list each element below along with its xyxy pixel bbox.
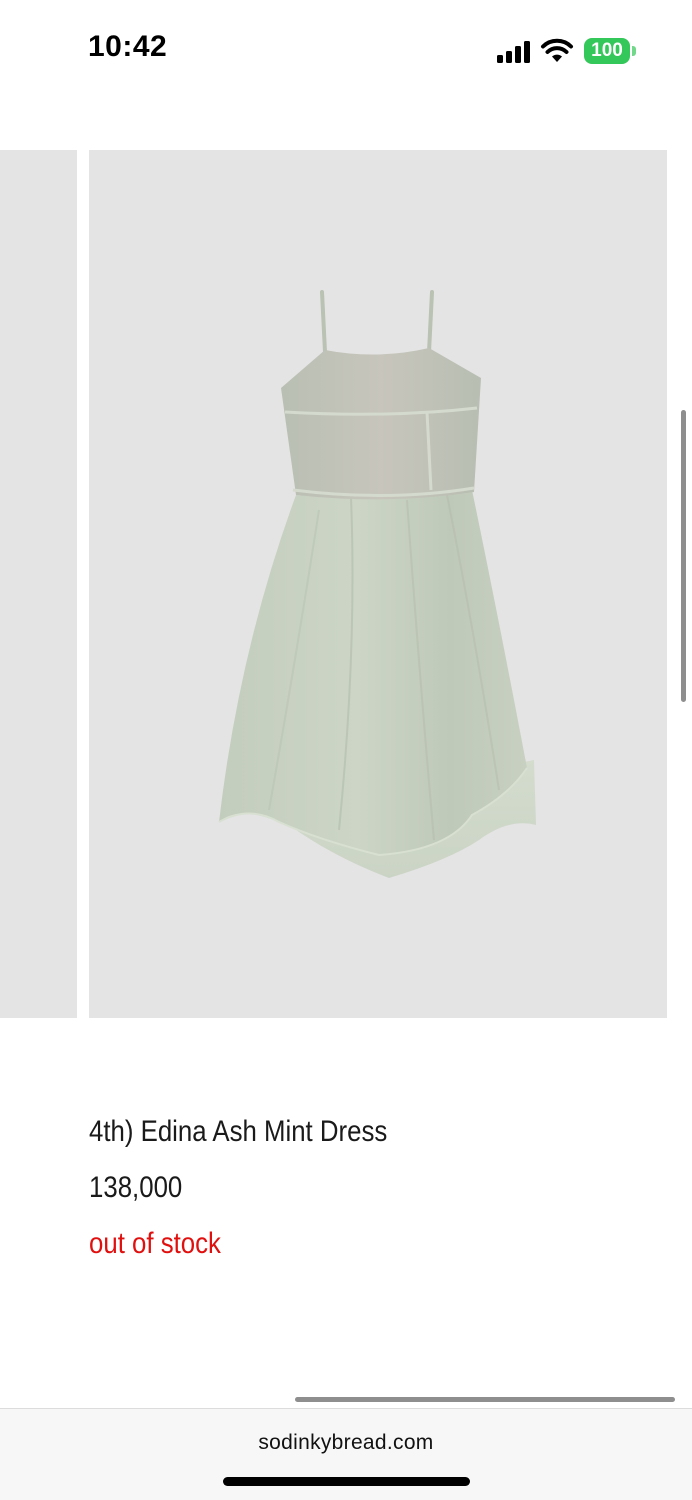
vertical-scrollbar[interactable]	[681, 410, 686, 702]
wifi-icon	[541, 38, 573, 62]
product-info: 4th) Edina Ash Mint Dress 138,000 out of…	[89, 1110, 649, 1266]
previous-slide-image[interactable]	[0, 150, 77, 1018]
product-image-carousel[interactable]	[0, 150, 692, 1018]
home-indicator[interactable]	[223, 1477, 470, 1486]
product-price: 138,000	[89, 1171, 183, 1204]
status-time: 10:42	[88, 30, 168, 63]
product-page: 10:42 100 4th) Edina Ash Mint Dress 138,…	[0, 0, 692, 1500]
url-text[interactable]: sodinkybread.com	[0, 1431, 692, 1455]
battery-cap	[632, 46, 636, 56]
stock-status: out of stock	[89, 1227, 221, 1260]
battery-level: 100	[584, 38, 630, 64]
dress-photo	[218, 290, 536, 878]
signal-icon	[497, 41, 530, 63]
horizontal-scrollbar[interactable]	[295, 1397, 675, 1402]
product-image[interactable]	[89, 150, 667, 1018]
status-bar: 10:42 100	[0, 0, 692, 100]
battery-icon: 100	[584, 38, 636, 64]
browser-address-bar[interactable]: sodinkybread.com	[0, 1408, 692, 1500]
product-title[interactable]: 4th) Edina Ash Mint Dress	[89, 1110, 571, 1154]
